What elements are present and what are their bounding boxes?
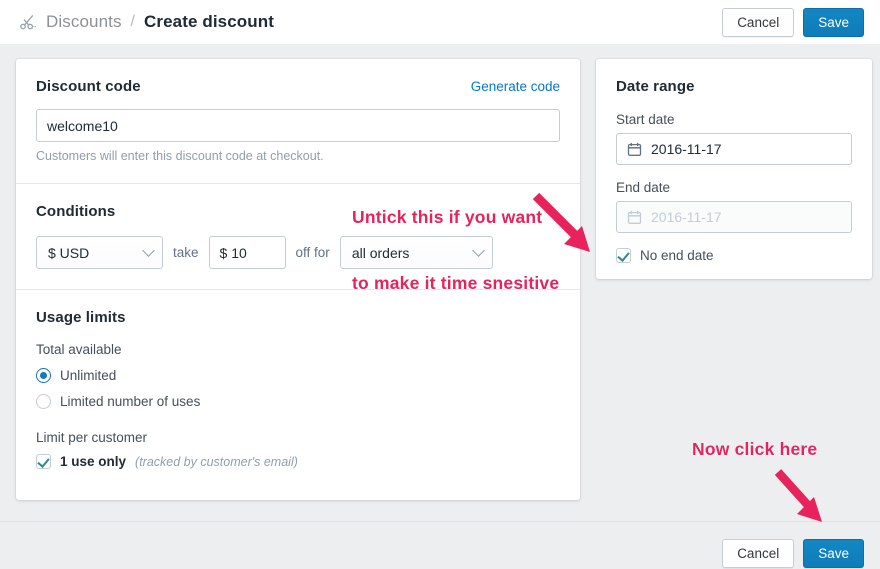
save-button-bottom[interactable]: Save	[803, 539, 864, 568]
generate-code-link[interactable]: Generate code	[471, 79, 560, 94]
annotation-arrow-to-no-end-date	[532, 192, 590, 252]
radio-unlimited[interactable]: Unlimited	[36, 368, 560, 383]
breadcrumb-separator: /	[130, 13, 135, 30]
currency-select-value: $ USD	[48, 244, 90, 261]
cancel-button-top[interactable]: Cancel	[722, 8, 795, 37]
calendar-icon	[627, 210, 642, 225]
amount-input[interactable]: $ 10	[208, 236, 286, 269]
page-root: Discounts / Create discount Cancel Save …	[0, 0, 880, 569]
breadcrumb-discounts-link[interactable]: Discounts	[46, 12, 122, 32]
save-button-top[interactable]: Save	[803, 8, 864, 37]
date-range-title: Date range	[616, 78, 695, 95]
date-range-section: Date range Start date 2016-11-17 End dat…	[596, 59, 872, 281]
annotation-untick: Untick this if you want to make it time …	[352, 162, 559, 338]
radio-unlimited-label: Unlimited	[60, 368, 117, 383]
scissors-icon	[18, 12, 38, 32]
radio-limited-uses[interactable]: Limited number of uses	[36, 394, 560, 409]
annotation-arrow-to-save	[774, 469, 822, 522]
end-date-placeholder: 2016-11-17	[651, 209, 722, 225]
footer-actions: Cancel Save	[722, 539, 864, 568]
checkbox-one-use-only[interactable]: 1 use only (tracked by customer's email)	[36, 454, 560, 469]
end-date-input[interactable]: 2016-11-17	[616, 201, 852, 233]
top-bar: Discounts / Create discount Cancel Save	[0, 0, 880, 44]
chevron-down-icon	[142, 243, 155, 257]
cancel-button-bottom[interactable]: Cancel	[722, 539, 795, 568]
discount-code-header: Discount code Generate code	[36, 78, 560, 95]
checkbox-no-end-date[interactable]: No end date	[616, 248, 852, 263]
checkbox-no-end-date-indicator[interactable]	[616, 248, 631, 263]
no-end-date-label: No end date	[640, 248, 714, 263]
one-use-only-note: (tracked by customer's email)	[135, 454, 298, 469]
total-available-label: Total available	[36, 342, 122, 357]
date-range-card: Date range Start date 2016-11-17 End dat…	[596, 59, 872, 279]
off-for-label: off for	[295, 245, 330, 260]
discount-code-input[interactable]: welcome10	[36, 109, 560, 142]
radio-limited-uses-label: Limited number of uses	[60, 394, 201, 409]
start-date-input[interactable]: 2016-11-17	[616, 133, 852, 165]
start-date-value: 2016-11-17	[651, 141, 722, 157]
currency-select[interactable]: $ USD	[36, 236, 163, 269]
discount-code-helper-text: Customers will enter this discount code …	[36, 149, 324, 163]
radio-limited-uses-indicator[interactable]	[36, 394, 51, 409]
one-use-only-label: 1 use only	[60, 454, 127, 469]
breadcrumb: Discounts / Create discount	[18, 12, 274, 32]
footer-divider	[0, 521, 880, 522]
take-label: take	[173, 245, 199, 260]
page-title: Create discount	[144, 12, 274, 31]
checkbox-one-use-only-indicator[interactable]	[36, 454, 51, 469]
limit-per-customer-label: Limit per customer	[36, 430, 148, 445]
end-date-label: End date	[616, 180, 671, 195]
start-date-label: Start date	[616, 112, 675, 127]
calendar-icon	[627, 142, 642, 157]
annotation-untick-line1: Untick this if you want	[352, 207, 543, 227]
annotation-untick-line2: to make it time snesitive	[352, 273, 560, 293]
top-bar-actions: Cancel Save	[722, 8, 864, 37]
radio-unlimited-indicator[interactable]	[36, 368, 51, 383]
annotation-click-here: Now click here	[692, 439, 818, 459]
discount-code-title: Discount code	[36, 78, 141, 95]
